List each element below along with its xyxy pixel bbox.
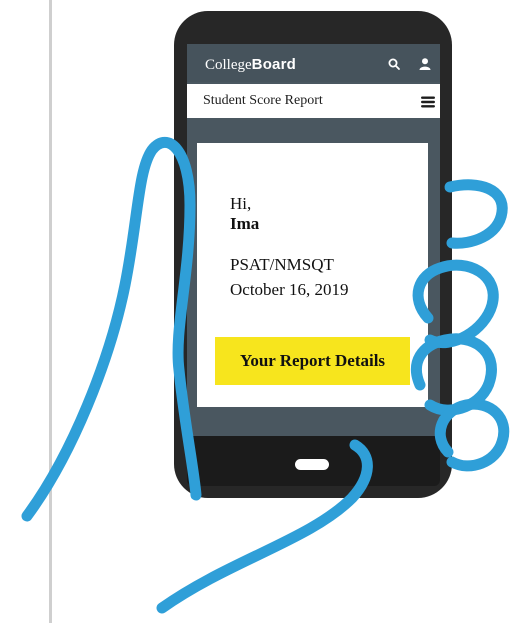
report-title: Student Score Report <box>203 93 323 108</box>
brand-regular: College <box>205 57 252 73</box>
greeting-text: Hi, <box>230 194 252 213</box>
search-icon[interactable] <box>387 57 401 71</box>
menu-icon[interactable] <box>421 96 435 108</box>
illustration-stage: CollegeBoard Student Score Report Hi, Im… <box>0 0 530 623</box>
brand-bold: Board <box>251 56 296 73</box>
student-name: Ima <box>230 214 260 233</box>
phone-home-button[interactable] <box>295 459 329 470</box>
screen-content: CollegeBoard Student Score Report Hi, Im… <box>0 0 530 623</box>
user-icon[interactable] <box>418 57 432 71</box>
test-name: PSAT/NMSQT <box>230 255 334 274</box>
test-date: October 16, 2019 <box>230 280 349 299</box>
collegeboard-logo[interactable]: CollegeBoard <box>205 56 296 74</box>
report-details-button[interactable]: Your Report Details <box>215 337 410 385</box>
